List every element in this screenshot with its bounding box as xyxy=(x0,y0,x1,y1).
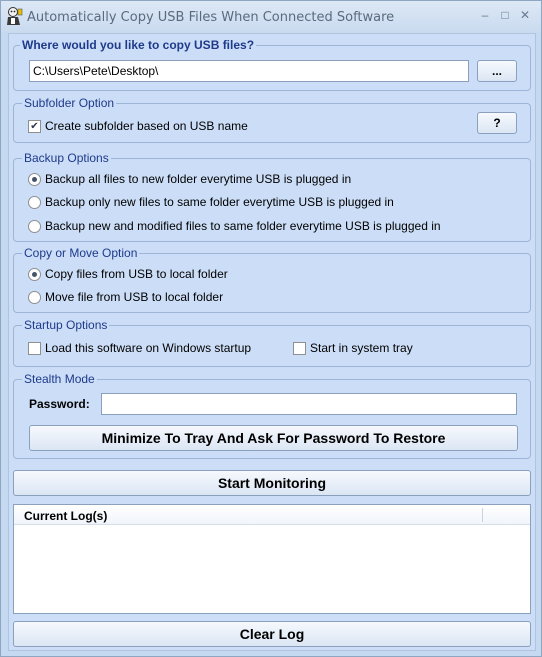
backup-options-legend: Backup Options xyxy=(22,151,111,165)
log-header: Current Log(s) xyxy=(14,505,530,525)
log-column-header[interactable]: Current Log(s) xyxy=(24,509,107,523)
destination-path-input[interactable] xyxy=(29,60,469,82)
copy-move-group: Copy or Move Option Copy files from USB … xyxy=(13,246,531,313)
subfolder-checkbox-label[interactable]: Create subfolder based on USB name xyxy=(45,119,248,133)
subfolder-legend: Subfolder Option xyxy=(22,96,117,110)
copy-files-label[interactable]: Copy files from USB to local folder xyxy=(45,267,228,281)
copy-move-legend: Copy or Move Option xyxy=(22,246,140,260)
password-label: Password: xyxy=(29,397,90,411)
app-window: Automatically Copy USB Files When Connec… xyxy=(0,0,542,657)
column-separator[interactable] xyxy=(482,508,483,522)
subfolder-group: Subfolder Option ✔ Create subfolder base… xyxy=(13,96,531,143)
backup-option-radio-all[interactable] xyxy=(28,173,41,186)
backup-option-label-all[interactable]: Backup all files to new folder everytime… xyxy=(45,172,351,186)
backup-option-label-new[interactable]: Backup only new files to same folder eve… xyxy=(45,195,394,209)
minimize-window-icon[interactable]: – xyxy=(475,6,495,24)
client-area: Where would you like to copy USB files? … xyxy=(8,33,536,651)
log-panel[interactable]: Current Log(s) xyxy=(13,504,531,614)
backup-options-group: Backup Options Backup all files to new f… xyxy=(13,151,531,242)
copy-files-radio[interactable] xyxy=(28,268,41,281)
backup-option-radio-modified[interactable] xyxy=(28,220,41,233)
minimize-to-tray-button[interactable]: Minimize To Tray And Ask For Password To… xyxy=(29,425,518,451)
maximize-window-icon[interactable]: □ xyxy=(495,6,515,24)
destination-legend: Where would you like to copy USB files? xyxy=(20,38,257,52)
stealth-mode-legend: Stealth Mode xyxy=(22,372,97,386)
help-button[interactable]: ? xyxy=(477,112,517,134)
start-monitoring-button[interactable]: Start Monitoring xyxy=(13,470,531,496)
window-title: Automatically Copy USB Files When Connec… xyxy=(27,10,395,25)
stealth-mode-group: Stealth Mode Password: Minimize To Tray … xyxy=(13,372,531,459)
destination-group: Where would you like to copy USB files? … xyxy=(13,38,531,91)
password-input[interactable] xyxy=(101,393,517,415)
subfolder-checkbox[interactable]: ✔ xyxy=(28,120,41,133)
browse-button[interactable]: ... xyxy=(477,60,517,82)
load-on-startup-checkbox[interactable] xyxy=(28,342,41,355)
load-on-startup-label[interactable]: Load this software on Windows startup xyxy=(45,341,251,355)
backup-option-radio-new[interactable] xyxy=(28,196,41,209)
clear-log-button[interactable]: Clear Log xyxy=(13,621,531,647)
app-icon[interactable] xyxy=(5,6,23,26)
startup-options-legend: Startup Options xyxy=(22,318,110,332)
move-files-radio[interactable] xyxy=(28,291,41,304)
move-files-label[interactable]: Move file from USB to local folder xyxy=(45,290,223,304)
backup-option-label-modified[interactable]: Backup new and modified files to same fo… xyxy=(45,219,441,233)
startup-options-group: Startup Options Load this software on Wi… xyxy=(13,318,531,367)
close-window-icon[interactable]: ✕ xyxy=(515,6,535,24)
system-tray-label[interactable]: Start in system tray xyxy=(310,341,413,355)
system-tray-checkbox[interactable] xyxy=(293,342,306,355)
title-bar[interactable]: Automatically Copy USB Files When Connec… xyxy=(1,1,541,33)
